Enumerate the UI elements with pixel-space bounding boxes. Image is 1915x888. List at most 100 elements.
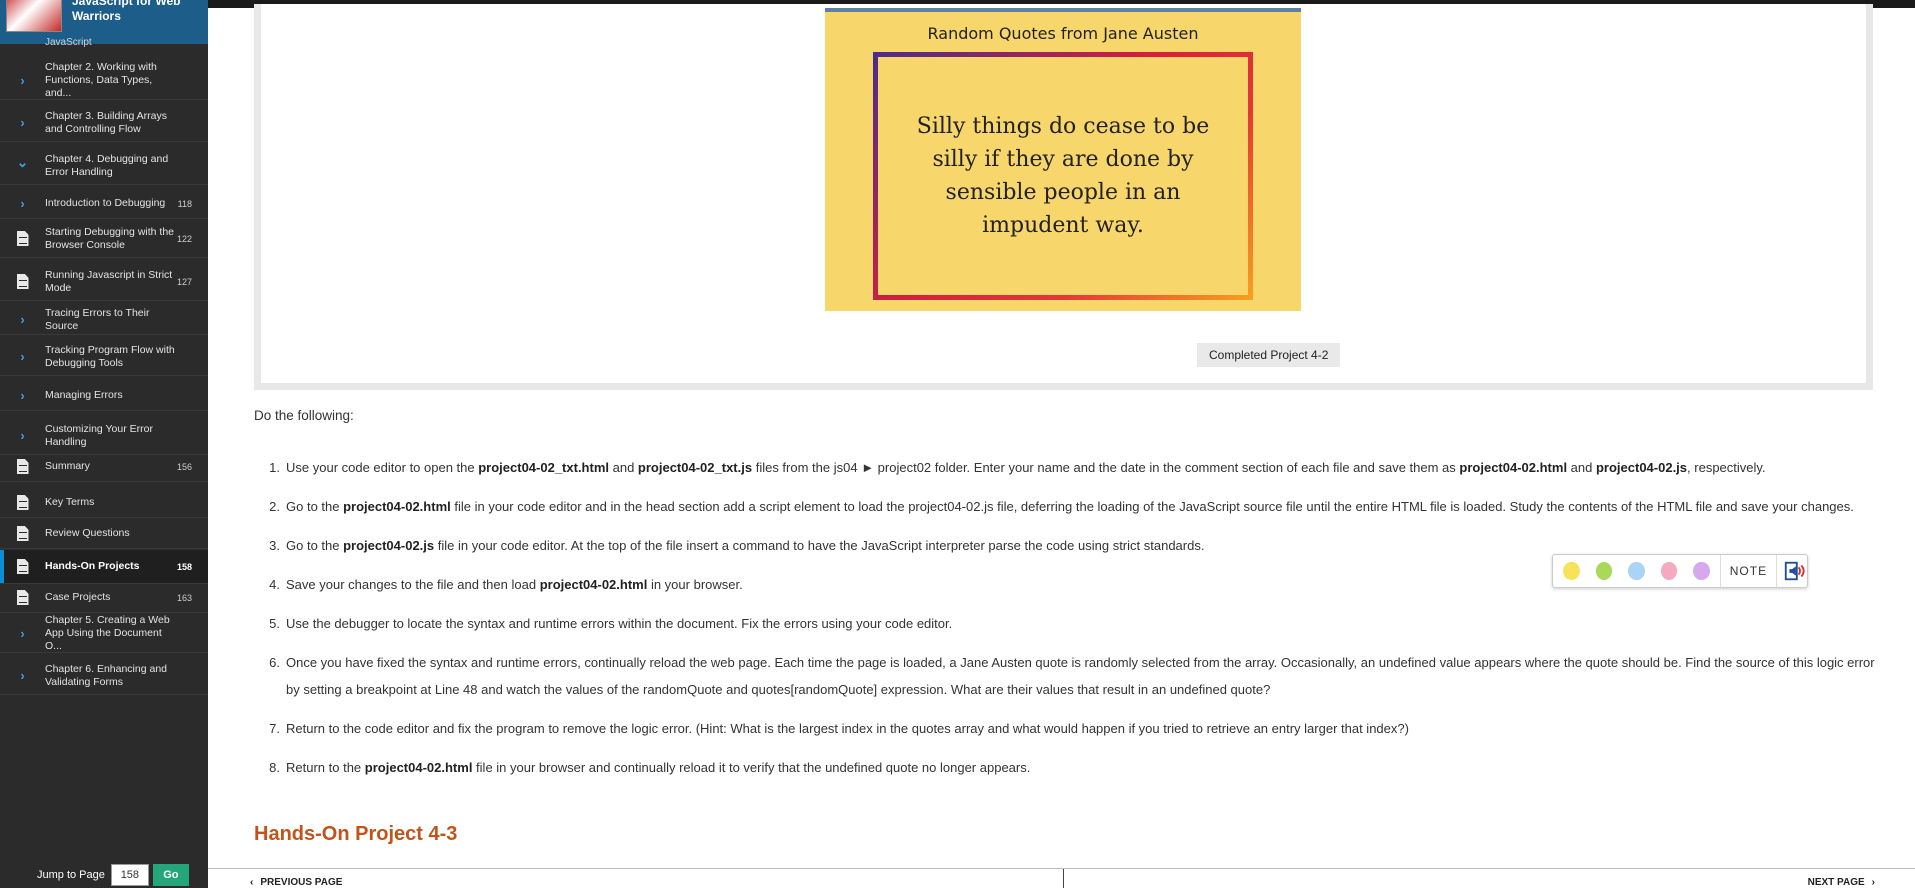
sidebar-item[interactable]: › Chapter 6. Enhancing and Validating For… xyxy=(0,657,208,695)
chevron-left-icon: ‹ xyxy=(250,877,254,888)
list-item: 1. Use your code editor to open the proje… xyxy=(254,454,1884,481)
sidebar-item-label: Chapter 6. Enhancing and Validating Form… xyxy=(45,662,168,688)
step-number: 2. xyxy=(269,499,280,514)
document-icon xyxy=(0,559,45,574)
sidebar-item-label: Tracing Errors to Their Source xyxy=(45,306,150,332)
step-number: 7. xyxy=(269,721,280,736)
chevron-right-icon: › xyxy=(20,196,25,211)
chevron-right-icon: › xyxy=(20,115,25,130)
sidebar-item-page-number: 156 xyxy=(176,461,192,472)
step-number: 1. xyxy=(269,460,280,475)
sidebar-item-label: Running Javascript in Strict Mode xyxy=(45,268,173,294)
jump-to-page-label: Jump to Page xyxy=(37,869,105,881)
sidebar-item[interactable]: Key Terms xyxy=(0,488,208,518)
step-text-segment: Return to the code editor and fix the pr… xyxy=(286,721,1409,736)
file-name: project04-02.html xyxy=(1459,460,1568,475)
step-text: Return to the project04-02.html file in … xyxy=(286,754,1884,781)
sidebar-item-label: Customizing Your Error Handling xyxy=(45,422,153,448)
sidebar-item-label: Chapter 5. Creating a Web App Using the … xyxy=(45,614,170,652)
section-heading: Hands-On Project 4-3 xyxy=(254,823,458,845)
previous-page-link[interactable]: ‹ PREVIOUS PAGE xyxy=(250,877,342,888)
jump-page-input[interactable] xyxy=(110,864,149,886)
go-button[interactable]: Go xyxy=(152,864,189,886)
chevron-right-icon: › xyxy=(20,626,25,641)
document-icon xyxy=(0,590,45,605)
sidebar-item[interactable]: Hands-On Projects 158 xyxy=(0,550,208,584)
step-text-segment: Go to the xyxy=(286,499,344,514)
book-title: JavaScript for Web Warriors xyxy=(72,0,181,23)
step-text-segment: , respectively. xyxy=(1687,460,1766,475)
sidebar-item[interactable]: › Chapter 3. Building Arrays and Controll… xyxy=(0,104,208,142)
sidebar-item[interactable]: › Introduction to Debugging 118 xyxy=(0,189,208,219)
note-button[interactable]: NOTE xyxy=(1719,555,1778,587)
chevron-down-icon: ⌄ xyxy=(16,154,29,170)
step-number: 4. xyxy=(269,577,280,592)
sidebar-item-page-number: 118 xyxy=(177,198,192,209)
step-text: Go to the project04-02.html file in your… xyxy=(286,493,1884,520)
step-number: 8. xyxy=(269,760,280,775)
sidebar-item[interactable]: › Chapter 2. Working with Functions, Data… xyxy=(0,61,208,100)
sidebar-item-label: Summary xyxy=(45,460,90,472)
sidebar-item[interactable]: Case Projects 163 xyxy=(0,583,208,613)
sidebar-item[interactable]: ⌄ Chapter 4. Debugging and Error Handling xyxy=(0,147,208,185)
sidebar-item[interactable]: › Tracing Errors to Their Source xyxy=(0,305,208,335)
next-page-link[interactable]: NEXT PAGE › xyxy=(1808,877,1875,888)
step-text-segment: file in your browser and continually rel… xyxy=(472,760,1031,775)
chevron-right-icon: › xyxy=(20,668,25,683)
document-icon xyxy=(0,526,45,541)
step-text: Use your code editor to open the project… xyxy=(286,454,1884,481)
file-name: project04-02.js xyxy=(1595,460,1688,475)
sidebar-item[interactable]: Summary 156 xyxy=(0,452,208,482)
document-icon xyxy=(0,459,45,474)
sidebar-item-label: Review Questions xyxy=(45,527,130,539)
instructions-intro: Do the following: xyxy=(254,408,354,423)
step-text-segment: file in your code editor. At the top of … xyxy=(434,538,1205,553)
chevron-right-icon: › xyxy=(20,428,25,443)
page-navigation: ‹ PREVIOUS PAGE NEXT PAGE › xyxy=(208,868,1915,888)
sidebar-item-label: Chapter 4. Debugging and Error Handling xyxy=(45,152,169,178)
sidebar-item-page-number: 163 xyxy=(176,592,192,603)
chevron-right-icon: › xyxy=(20,312,25,327)
step-text: Use the debugger to locate the syntax an… xyxy=(286,610,1884,637)
sidebar-item-label: Chapter 3. Building Arrays and Controlli… xyxy=(45,109,167,135)
highlight-blue-swatch[interactable] xyxy=(1628,562,1645,580)
list-item: 2. Go to the project04-02.html file in yo… xyxy=(254,493,1884,520)
sidebar-item-page-number: 127 xyxy=(176,276,192,287)
step-text-segment: Save your changes to the file and then l… xyxy=(286,577,540,592)
sidebar-item[interactable]: Running Javascript in Strict Mode 127 xyxy=(0,263,208,301)
step-text-segment: file in your code editor and in the head… xyxy=(450,499,1854,514)
quote-inner: Silly things do cease to be silly if the… xyxy=(878,57,1248,295)
sidebar-item[interactable]: › Tracking Program Flow with Debugging To… xyxy=(0,338,208,376)
sidebar-item-label: Case Projects xyxy=(45,591,111,603)
read-aloud-speaker-icon[interactable] xyxy=(1783,558,1807,584)
chevron-right-icon: › xyxy=(20,388,25,403)
file-name: project04-02.html xyxy=(343,499,451,514)
highlight-purple-swatch[interactable] xyxy=(1693,562,1710,580)
step-text-segment: and xyxy=(609,460,638,475)
step-text: Return to the code editor and fix the pr… xyxy=(286,715,1884,742)
highlight-green-swatch[interactable] xyxy=(1595,562,1613,580)
quote-figure: Random Quotes from Jane Austen Silly thi… xyxy=(825,8,1301,311)
step-number: 5. xyxy=(269,616,280,631)
highlight-pink-swatch[interactable] xyxy=(1660,562,1678,580)
file-name: project04-02.html xyxy=(539,577,648,592)
sidebar-item[interactable]: Starting Debugging with the Browser Cons… xyxy=(0,220,208,258)
sidebar-item[interactable]: › Customizing Your Error Handling xyxy=(0,417,208,455)
step-text-segment: Return to the xyxy=(286,760,365,775)
sidebar-item[interactable]: Review Questions xyxy=(0,519,208,549)
document-icon xyxy=(0,495,45,510)
file-name: project04-02.js xyxy=(343,538,435,553)
book-cover-thumbnail xyxy=(6,0,62,32)
document-icon xyxy=(0,231,45,246)
book-header[interactable]: JavaScript for Web Warriors xyxy=(0,0,208,44)
sidebar-item[interactable]: › Chapter 5. Creating a Web App Using the… xyxy=(0,614,208,653)
sidebar-item[interactable]: › Managing Errors xyxy=(0,381,208,411)
highlight-yellow-swatch[interactable] xyxy=(1563,562,1580,580)
chevron-right-icon: › xyxy=(1871,877,1875,888)
sidebar-item-label: Key Terms xyxy=(45,496,95,508)
list-item: 5. Use the debugger to locate the syntax … xyxy=(254,610,1884,637)
chapter-fragment-label: JavaScript xyxy=(45,37,92,48)
figure-heading: Random Quotes from Jane Austen xyxy=(927,24,1199,43)
sidebar-item-label: Chapter 2. Working with Functions, Data … xyxy=(45,61,157,99)
step-text-segment: and xyxy=(1567,460,1596,475)
